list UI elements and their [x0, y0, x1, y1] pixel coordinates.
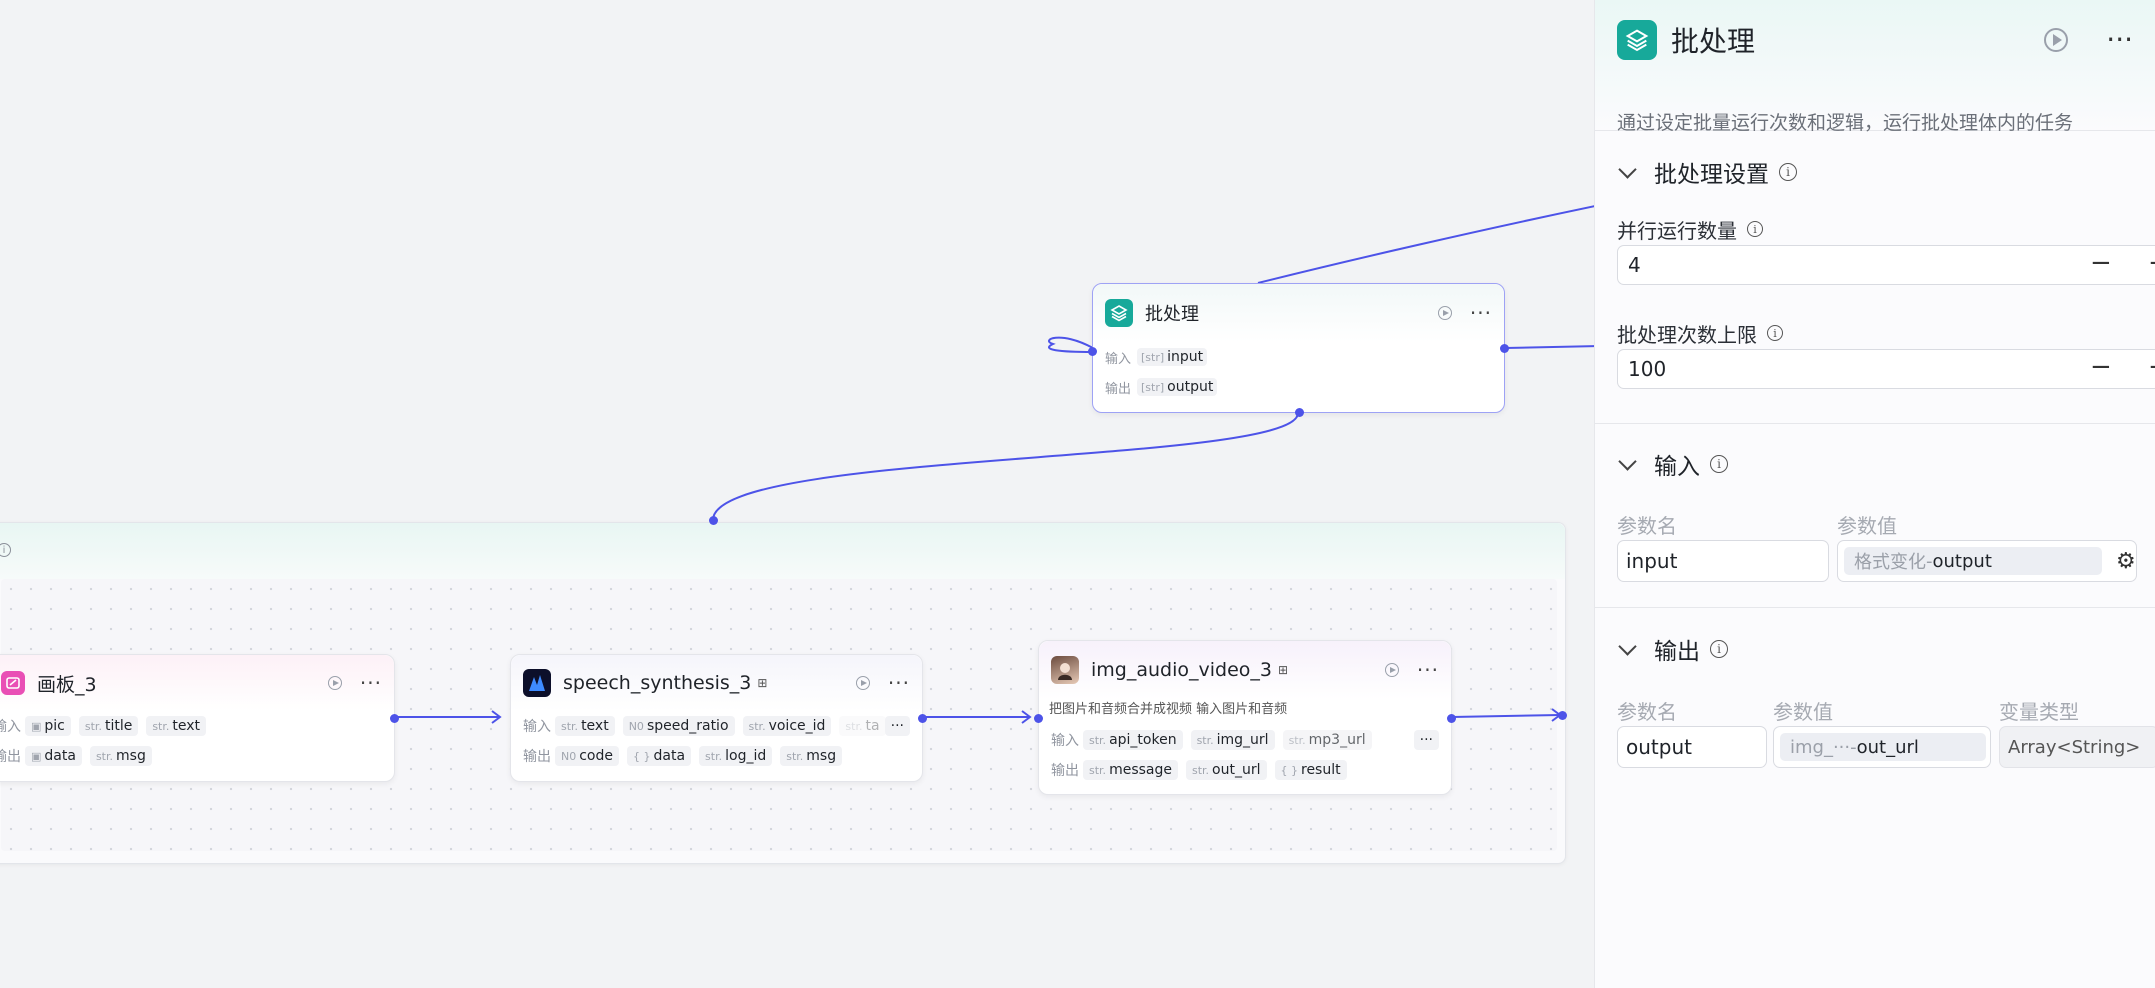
more-icon[interactable]: ··· — [360, 673, 382, 693]
layers-icon — [1617, 20, 1657, 60]
batch-input-row: 输入 [str] input — [1093, 342, 1504, 372]
group-top-port[interactable] — [709, 516, 718, 525]
column-header: 参数名 — [1617, 700, 1677, 724]
node-in-port[interactable] — [1034, 714, 1043, 723]
more-icon[interactable]: ··· — [1470, 303, 1492, 323]
minus-button[interactable]: − — [2090, 352, 2112, 382]
run-icon[interactable] — [855, 676, 870, 690]
batch-body-port[interactable] — [1295, 408, 1304, 417]
node-out-port[interactable] — [390, 714, 399, 723]
batch-output-row: 输出 [str] output — [1093, 372, 1504, 402]
run-icon[interactable] — [327, 676, 342, 690]
run-icon[interactable] — [1437, 306, 1452, 320]
plugin-badge-icon: ⊞ — [757, 676, 768, 690]
panel-description: 通过设定批量运行次数和逻辑，运行批处理体内的任务 — [1617, 112, 2074, 134]
column-header: 参数名 — [1617, 514, 1677, 538]
run-icon[interactable] — [2044, 28, 2069, 52]
node-title: 画板_3 — [37, 673, 97, 696]
batch-node-title: 批处理 — [1145, 304, 1199, 325]
info-icon: i — [1779, 163, 1797, 181]
panel-header: 批处理 ··· 通过设定批量运行次数和逻辑，运行批处理体内的任务 — [1595, 0, 2155, 134]
chevron-down-icon — [1618, 159, 1637, 179]
column-header: 变量类型 — [1999, 700, 2079, 724]
node-header: img_audio_video_3 ⊞ ··· — [1039, 641, 1451, 699]
column-header: 参数值 — [1837, 514, 1897, 538]
input-section: 输入 i 参数名 参数值 input 格式变化 - output ⚙ — [1595, 424, 2155, 608]
layers-icon — [1105, 299, 1133, 327]
limit-label: 批处理次数上限 i — [1617, 317, 2155, 349]
node-header: 画板_3 ··· — [0, 655, 394, 711]
node-title: img_audio_video_3 — [1091, 659, 1272, 681]
speech-synthesis-icon — [523, 669, 551, 697]
plus-button[interactable]: + — [2148, 352, 2155, 382]
more-inputs-button[interactable]: ··· — [884, 716, 910, 736]
node-input-row: 输入 ▣pic str.title str.text — [0, 711, 394, 741]
node-out-port[interactable] — [918, 714, 927, 723]
info-icon: i — [1710, 455, 1728, 473]
minus-button[interactable]: − — [2090, 248, 2112, 278]
batch-node-header: 批处理 ··· — [1093, 284, 1504, 342]
output-name-input[interactable]: output — [1617, 726, 1767, 768]
chevron-down-icon — [1618, 636, 1637, 656]
section-toggle[interactable]: 输入 i — [1617, 424, 2155, 504]
info-icon: i — [1767, 325, 1783, 341]
node-input-row: 输入 str. text N0 speed_ratio str. voice_id s… — [511, 711, 922, 741]
node-output-row: 输出 ▣data str.msg — [0, 741, 394, 771]
batch-out-port[interactable] — [1500, 344, 1509, 353]
output-section: 输出 i 参数名 参数值 变量类型 output img_··· - out_ur… — [1595, 608, 2155, 808]
panel-title: 批处理 — [1671, 25, 1756, 58]
param-value-ref[interactable]: 格式变化 - output ⚙ — [1837, 540, 2137, 582]
node-title: speech_synthesis_3 — [563, 672, 752, 694]
var-type-field: Array<String> — [1999, 726, 2155, 768]
column-header: 参数值 — [1773, 700, 1833, 724]
batch-settings-section: 批处理设置i 并行运行数量i 4 − + 批处理次数上限i 100 − + — [1595, 131, 2155, 424]
section-toggle[interactable]: 输出 i — [1617, 608, 2155, 690]
plus-button[interactable]: + — [2148, 248, 2155, 278]
node-out-port[interactable] — [1447, 714, 1456, 723]
chevron-down-icon — [1618, 451, 1637, 471]
node-paint-board[interactable]: 画板_3 ··· 输入 ▣pic str.title str.text 输出 ▣… — [0, 654, 399, 782]
info-icon: i — [1747, 221, 1763, 237]
workflow-canvas[interactable]: i 批处理 ··· 输入[str]input 输出[str]output — [0, 0, 1594, 988]
more-icon[interactable]: ··· — [1417, 660, 1439, 680]
node-output-row: 输出 str. message str. out_url { } result — [1039, 755, 1451, 785]
batch-node[interactable]: 批处理 ··· 输入 [str] input 输出 [str] output — [1088, 283, 1509, 417]
section-toggle[interactable]: 批处理设置 i — [1617, 131, 2155, 213]
run-icon[interactable] — [1384, 663, 1399, 677]
group-out-port[interactable] — [1558, 711, 1567, 720]
avatar-icon — [1051, 656, 1079, 684]
more-inputs-button[interactable]: ··· — [1413, 730, 1439, 750]
node-input-row: 输入 str. api_token str. img_url str. mp3_url… — [1039, 725, 1451, 755]
settings-gear-icon[interactable]: ⚙ — [2116, 549, 2136, 574]
node-img-audio-video[interactable]: img_audio_video_3 ⊞ ··· 把图片和音频合并成视频 输入图片… — [1034, 640, 1456, 795]
more-icon[interactable]: ··· — [2106, 26, 2133, 54]
plugin-badge-icon: ⊞ — [1277, 663, 1289, 677]
node-description: 把图片和音频合并成视频 输入图片和音频 — [1049, 702, 1288, 717]
more-icon[interactable]: ··· — [888, 673, 910, 693]
paint-board-icon — [1, 671, 25, 695]
batch-limit-input[interactable]: 100 − + — [1617, 349, 2155, 389]
info-icon: i — [1710, 640, 1728, 658]
node-config-panel: 批处理 ··· 通过设定批量运行次数和逻辑，运行批处理体内的任务 批处理设置 i … — [1594, 0, 2155, 988]
node-header: speech_synthesis_3 ⊞ ··· — [511, 655, 922, 711]
batch-in-port[interactable] — [1088, 347, 1097, 356]
param-name-input[interactable]: input — [1617, 540, 1829, 582]
parallel-label: 并行运行数量 i — [1617, 213, 2155, 245]
node-speech-synthesis[interactable]: speech_synthesis_3 ⊞ ··· 输入 str. text N0 s… — [510, 654, 927, 782]
edges — [397, 205, 1594, 724]
node-output-row: 输出 N0 code { } data str. log_id str. msg — [511, 741, 922, 771]
output-value-ref[interactable]: img_··· - out_url — [1773, 726, 1991, 768]
parallel-count-input[interactable]: 4 − + — [1617, 245, 2155, 285]
